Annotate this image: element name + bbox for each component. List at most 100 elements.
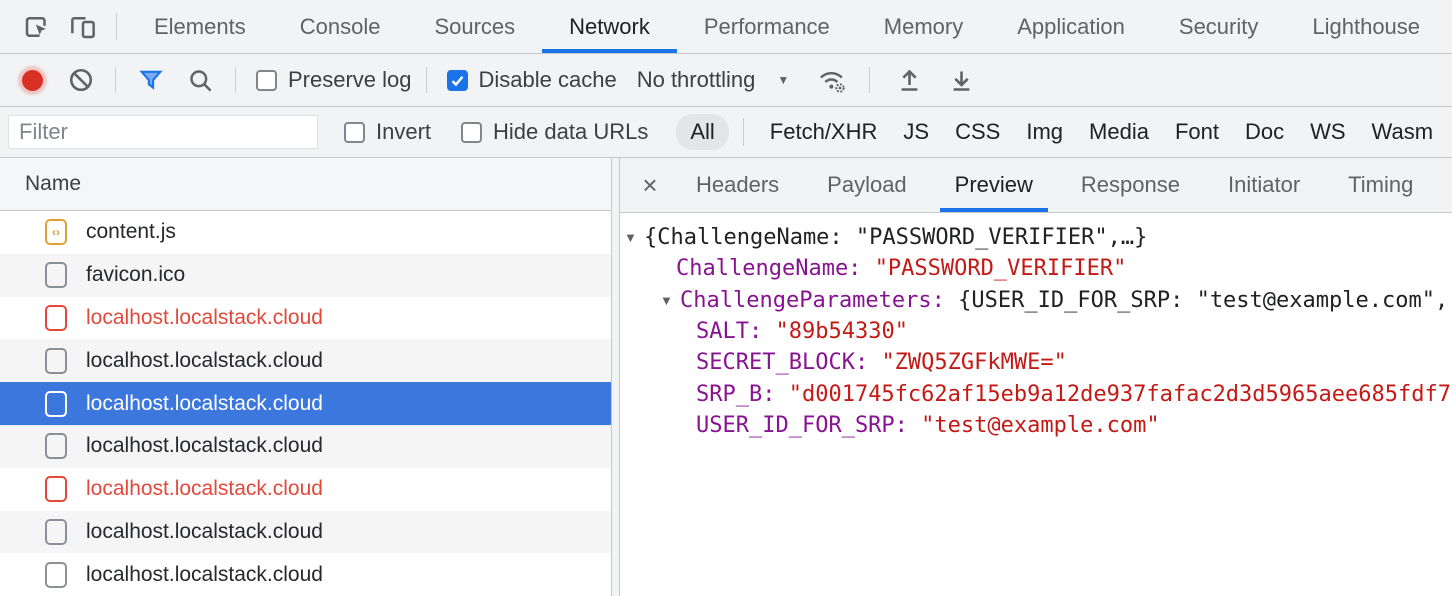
clear-icon bbox=[68, 67, 94, 93]
record-icon[interactable] bbox=[22, 70, 43, 91]
name-column-header-label: Name bbox=[25, 172, 81, 196]
clear-button[interactable] bbox=[68, 67, 94, 93]
invert-checkbox[interactable] bbox=[344, 122, 365, 143]
network-conditions-icon bbox=[816, 65, 848, 95]
filter-type-media[interactable]: Media bbox=[1089, 119, 1149, 145]
main-tabbar: Elements Console Sources Network Perform… bbox=[0, 0, 1452, 54]
tab-performance[interactable]: Performance bbox=[677, 0, 857, 53]
filter-funnel-icon bbox=[137, 66, 165, 94]
filter-type-css[interactable]: CSS bbox=[955, 119, 1000, 145]
tab-sources[interactable]: Sources bbox=[407, 0, 542, 53]
document-file-icon bbox=[45, 476, 67, 502]
import-har-icon bbox=[896, 67, 923, 94]
table-row-selected[interactable]: localhost.localstack.cloud bbox=[0, 382, 611, 425]
document-file-icon bbox=[45, 562, 67, 588]
request-name: localhost.localstack.cloud bbox=[86, 349, 323, 373]
disable-cache-checkbox[interactable] bbox=[447, 70, 468, 91]
toggle-device-toolbar-button[interactable] bbox=[60, 0, 106, 53]
network-filter-bar: Invert Hide data URLs All Fetch/XHR JS C… bbox=[0, 107, 1452, 158]
table-row[interactable]: ‹› content.js bbox=[0, 211, 611, 254]
expander-icon[interactable]: ▼ bbox=[624, 230, 644, 245]
table-row[interactable]: localhost.localstack.cloud bbox=[0, 553, 611, 596]
request-rows: ‹› content.js favicon.ico localhost.loca… bbox=[0, 211, 611, 596]
hide-data-urls-checkbox[interactable] bbox=[461, 122, 482, 143]
request-list-panel: Name ‹› content.js favicon.ico localhost… bbox=[0, 158, 611, 596]
preserve-log-checkbox[interactable] bbox=[256, 70, 277, 91]
table-row[interactable]: localhost.localstack.cloud bbox=[0, 339, 611, 382]
divider bbox=[115, 67, 116, 93]
filter-button[interactable] bbox=[137, 66, 165, 94]
expander-icon[interactable]: ▼ bbox=[660, 293, 680, 308]
invert-label: Invert bbox=[376, 119, 431, 145]
inspect-cursor-icon bbox=[22, 12, 52, 42]
detail-tab-initiator[interactable]: Initiator bbox=[1211, 158, 1317, 212]
divider bbox=[869, 67, 870, 93]
close-icon[interactable]: × bbox=[628, 158, 672, 212]
tree-line[interactable]: SALT: "89b54330" bbox=[620, 316, 1452, 347]
detail-tab-response[interactable]: Response bbox=[1064, 158, 1197, 212]
tree-line[interactable]: ▼{ChallengeName: "PASSWORD_VERIFIER",…} bbox=[620, 222, 1452, 253]
chevron-down-icon: ▼ bbox=[777, 73, 789, 87]
hide-data-urls-label: Hide data URLs bbox=[493, 119, 648, 145]
network-toolbar: Preserve log Disable cache No throttling… bbox=[0, 54, 1452, 107]
detail-tab-headers[interactable]: Headers bbox=[679, 158, 796, 212]
throttling-value: No throttling bbox=[637, 67, 756, 93]
filter-type-doc[interactable]: Doc bbox=[1245, 119, 1284, 145]
tree-line[interactable]: SRP_B: "d001745fc62af15eb9a12de937fafac2… bbox=[620, 378, 1452, 409]
tab-network[interactable]: Network bbox=[542, 0, 677, 53]
throttling-select[interactable]: No throttling ▼ bbox=[637, 67, 790, 93]
tab-memory[interactable]: Memory bbox=[857, 0, 990, 53]
document-file-icon bbox=[45, 305, 67, 331]
table-row[interactable]: favicon.ico bbox=[0, 254, 611, 297]
document-file-icon bbox=[45, 433, 67, 459]
table-row[interactable]: localhost.localstack.cloud bbox=[0, 468, 611, 511]
divider bbox=[116, 13, 117, 40]
request-name: localhost.localstack.cloud bbox=[86, 477, 323, 501]
preview-tree: ▼{ChallengeName: "PASSWORD_VERIFIER",…} … bbox=[620, 213, 1452, 596]
document-file-icon bbox=[45, 262, 67, 288]
request-name: localhost.localstack.cloud bbox=[86, 392, 323, 416]
tab-security[interactable]: Security bbox=[1152, 0, 1285, 53]
filter-type-font[interactable]: Font bbox=[1175, 119, 1219, 145]
tree-line[interactable]: USER_ID_FOR_SRP: "test@example.com" bbox=[620, 410, 1452, 441]
import-har-button[interactable] bbox=[896, 67, 923, 94]
inspect-element-button[interactable] bbox=[14, 0, 60, 53]
request-name: favicon.ico bbox=[86, 263, 185, 287]
request-name: localhost.localstack.cloud bbox=[86, 434, 323, 458]
table-row[interactable]: localhost.localstack.cloud bbox=[0, 425, 611, 468]
tab-console[interactable]: Console bbox=[273, 0, 408, 53]
tree-line[interactable]: ▼ChallengeParameters: {USER_ID_FOR_SRP: … bbox=[620, 285, 1452, 316]
request-name: localhost.localstack.cloud bbox=[86, 520, 323, 544]
table-row[interactable]: localhost.localstack.cloud bbox=[0, 511, 611, 554]
preserve-log-label: Preserve log bbox=[288, 67, 412, 93]
detail-tab-payload[interactable]: Payload bbox=[810, 158, 924, 212]
tree-line[interactable]: SECRET_BLOCK: "ZWQ5ZGFkMWE=" bbox=[620, 347, 1452, 378]
filter-input[interactable] bbox=[8, 115, 318, 149]
detail-tab-preview[interactable]: Preview bbox=[938, 158, 1050, 212]
tab-lighthouse[interactable]: Lighthouse bbox=[1285, 0, 1447, 53]
network-main-area: Name ‹› content.js favicon.ico localhost… bbox=[0, 158, 1452, 596]
tab-elements[interactable]: Elements bbox=[127, 0, 273, 53]
search-icon bbox=[187, 67, 214, 94]
detail-tab-timing[interactable]: Timing bbox=[1331, 158, 1430, 212]
filter-type-ws[interactable]: WS bbox=[1310, 119, 1345, 145]
name-column-header[interactable]: Name bbox=[0, 158, 611, 211]
document-file-icon bbox=[45, 519, 67, 545]
filter-type-wasm[interactable]: Wasm bbox=[1372, 119, 1434, 145]
tree-line[interactable]: ChallengeName: "PASSWORD_VERIFIER" bbox=[620, 253, 1452, 284]
filter-type-img[interactable]: Img bbox=[1026, 119, 1063, 145]
document-file-icon bbox=[45, 391, 67, 417]
request-name: content.js bbox=[86, 220, 176, 244]
divider bbox=[426, 67, 427, 93]
export-har-button[interactable] bbox=[948, 67, 975, 94]
network-conditions-button[interactable] bbox=[816, 65, 848, 95]
tab-application[interactable]: Application bbox=[990, 0, 1152, 53]
document-file-icon bbox=[45, 348, 67, 374]
filter-type-all[interactable]: All bbox=[676, 114, 728, 150]
table-row[interactable]: localhost.localstack.cloud bbox=[0, 297, 611, 340]
search-button[interactable] bbox=[187, 67, 214, 94]
filter-type-fetch-xhr[interactable]: Fetch/XHR bbox=[770, 119, 878, 145]
device-toolbar-icon bbox=[68, 12, 98, 42]
panel-splitter[interactable] bbox=[611, 158, 620, 596]
filter-type-js[interactable]: JS bbox=[903, 119, 929, 145]
